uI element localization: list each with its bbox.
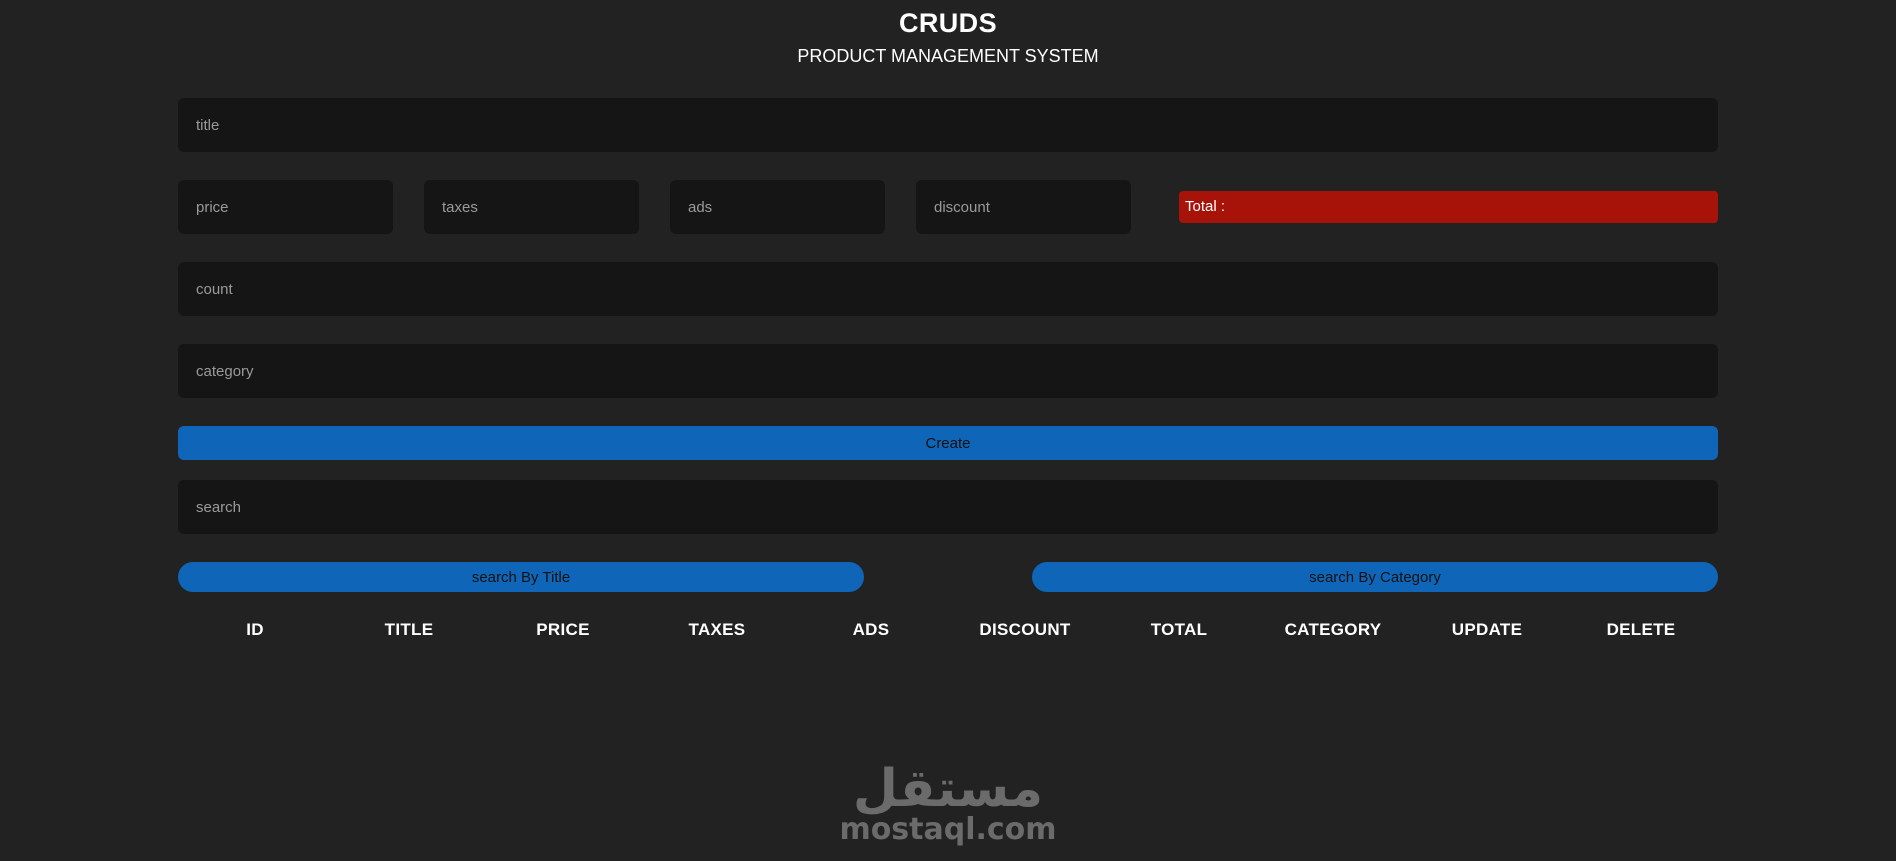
mostaql-watermark: مستقل mostaql.com <box>798 761 1098 847</box>
table-column-header: CATEGORY <box>1284 620 1382 639</box>
page-title: CRUDS <box>898 8 997 38</box>
total-display: Total : <box>1179 191 1718 223</box>
create-button[interactable]: Create <box>178 426 1718 460</box>
products-table-head: ID TITLE PRICE TAXES ADS DISCOUNT TOTAL CATEGOR… <box>178 610 1718 650</box>
title-input[interactable] <box>178 98 1718 152</box>
search-by-title-button[interactable]: search By Title <box>178 562 864 592</box>
search-row-input <box>178 480 1718 534</box>
ads-input[interactable] <box>670 180 885 234</box>
count-row <box>178 262 1718 316</box>
search-by-category-button[interactable]: search By Category <box>1032 562 1718 592</box>
app-header: CRUDS PRODUCT MANAGEMENT SYSTEM <box>0 0 1896 68</box>
form-container: Total : Create search By Title search By… <box>178 68 1718 650</box>
title-row <box>178 98 1718 152</box>
category-input[interactable] <box>178 344 1718 398</box>
table-column-header: DELETE <box>1606 620 1676 639</box>
discount-input[interactable] <box>916 180 1131 234</box>
table-column-header: ADS <box>852 620 890 639</box>
table-column-header: TOTAL <box>1150 620 1208 639</box>
table-column-header: ID <box>246 620 264 639</box>
table-column-header: TITLE <box>384 620 434 639</box>
price-input[interactable] <box>178 180 393 234</box>
table-column-header: TAXES <box>688 620 746 639</box>
count-input[interactable] <box>178 262 1718 316</box>
table-column-header: UPDATE <box>1451 620 1523 639</box>
taxes-input[interactable] <box>424 180 639 234</box>
table-header-row: ID TITLE PRICE TAXES ADS DISCOUNT TOTAL CATEGOR… <box>178 610 1718 650</box>
table-column-header: DISCOUNT <box>979 620 1071 639</box>
watermark-arabic-text: مستقل <box>852 759 1044 819</box>
products-table: ID TITLE PRICE TAXES ADS DISCOUNT TOTAL CATEGOR… <box>178 610 1718 650</box>
category-row <box>178 344 1718 398</box>
watermark-latin-text: mostaql.com <box>839 812 1057 847</box>
page-subtitle: PRODUCT MANAGEMENT SYSTEM <box>797 46 1099 66</box>
search-input[interactable] <box>178 480 1718 534</box>
total-label: Total : <box>1185 198 1226 215</box>
calculation-row: Total : <box>178 180 1718 234</box>
search-buttons-row: search By Title search By Category <box>178 562 1718 592</box>
app-root: CRUDS PRODUCT MANAGEMENT SYSTEM Total : … <box>0 0 1896 861</box>
table-column-header: PRICE <box>536 620 590 639</box>
